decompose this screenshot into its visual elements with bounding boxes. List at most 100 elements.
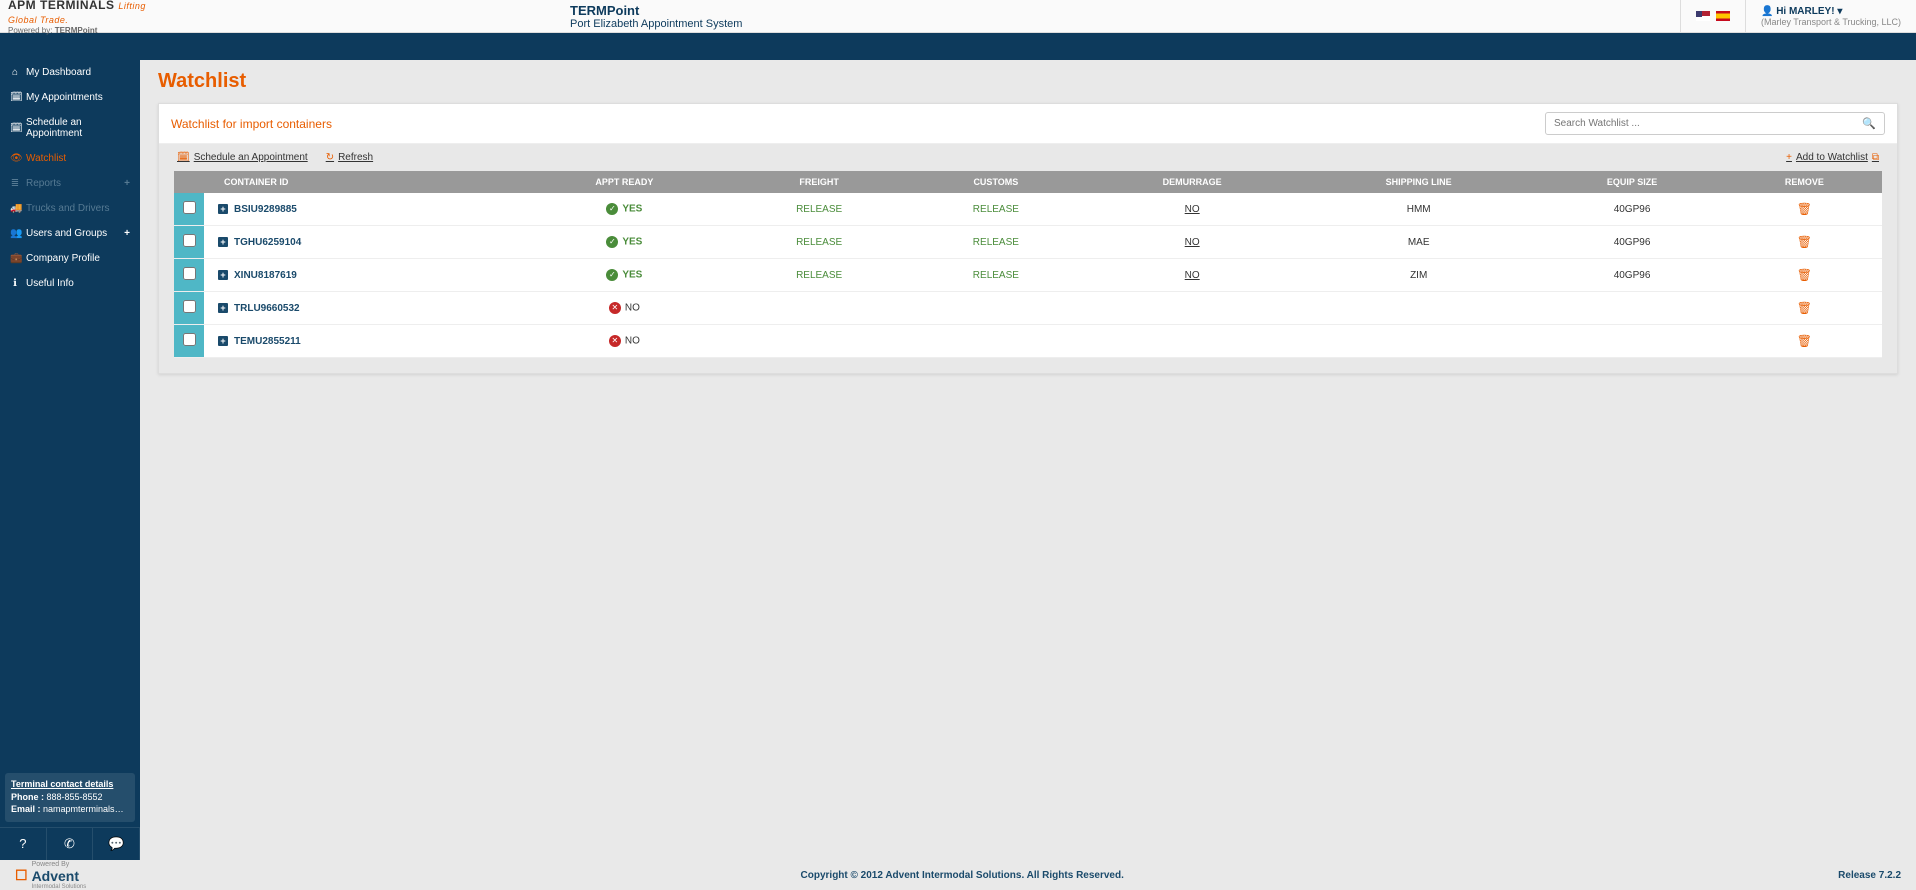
header-right: 👤 Hi MARLEY! ▾ (Marley Transport & Truck… xyxy=(1680,0,1916,32)
check-icon: ✓ xyxy=(606,236,618,248)
user-company: (Marley Transport & Trucking, LLC) xyxy=(1761,17,1901,27)
help-icon[interactable]: ? xyxy=(0,828,47,860)
table-header: CONTAINER IDAPPT READYFREIGHTCUSTOMSDEMU… xyxy=(174,171,1882,193)
column-header: APPT READY xyxy=(518,171,731,193)
ready-status: YES xyxy=(622,204,642,215)
row-checkbox[interactable] xyxy=(183,333,196,346)
nav-icon: 👁 xyxy=(10,153,20,164)
refresh-button[interactable]: ↻ Refresh xyxy=(326,152,373,163)
nav-icon: ⌂ xyxy=(10,67,20,78)
table-row: +BSIU9289885✓YESRELEASERELEASENOHMM40GP9… xyxy=(174,193,1882,226)
demurrage-link[interactable]: NO xyxy=(1185,204,1200,215)
app-subtitle: Port Elizabeth Appointment System xyxy=(570,18,1680,30)
appt-ready-cell: ✓ YES xyxy=(518,226,731,259)
expand-row-icon[interactable]: + xyxy=(218,237,228,247)
flag-us-icon[interactable] xyxy=(1696,11,1710,21)
trash-icon[interactable]: 🗑 xyxy=(1797,301,1812,315)
table-container: CONTAINER IDAPPT READYFREIGHTCUSTOMSDEMU… xyxy=(159,171,1897,373)
equip-size-cell: 40GP96 xyxy=(1537,259,1727,292)
schedule-appointment-button[interactable]: 🗓 Schedule an Appointment xyxy=(177,152,308,163)
expand-row-icon[interactable]: + xyxy=(218,204,228,214)
table-row: +TRLU9660532✕NO🗑 xyxy=(174,292,1882,325)
advent-name: Advent xyxy=(32,868,87,884)
shipping-line-cell: MAE xyxy=(1300,226,1537,259)
sidebar-item-reports[interactable]: ≣Reports+ xyxy=(0,171,140,196)
container-id: TEMU2855211 xyxy=(234,336,301,347)
appt-ready-cell: ✓YES xyxy=(518,193,731,226)
column-header: SHIPPING LINE xyxy=(1300,171,1537,193)
column-header: REMOVE xyxy=(1727,171,1882,193)
x-icon: ✕ xyxy=(609,302,621,314)
nav-bar xyxy=(0,33,1916,60)
nav-icon: 👥 xyxy=(10,228,20,239)
panel-header: Watchlist for import containers 🔍 xyxy=(159,104,1897,144)
trash-icon[interactable]: 🗑 xyxy=(1797,268,1812,282)
sidebar-item-watchlist[interactable]: 👁Watchlist xyxy=(0,146,140,171)
nav-icon: 🗓 xyxy=(10,92,20,103)
sidebar-item-schedule-an-appointment[interactable]: 🗓Schedule an Appointment xyxy=(0,110,140,146)
column-header: CUSTOMS xyxy=(908,171,1085,193)
nav-label: My Dashboard xyxy=(26,67,91,78)
main-content: Watchlist Watchlist for import container… xyxy=(140,60,1916,860)
container-id-cell: +TGHU6259104 xyxy=(204,226,518,259)
search-input[interactable] xyxy=(1548,115,1856,132)
ready-status: YES xyxy=(622,237,642,248)
sidebar-item-trucks-and-drivers[interactable]: 🚚Trucks and Drivers xyxy=(0,196,140,221)
expand-icon: + xyxy=(124,228,130,239)
container-id: BSIU9289885 xyxy=(234,204,297,215)
demurrage-cell: NO xyxy=(1084,193,1300,226)
nav-label: Company Profile xyxy=(26,253,100,264)
user-menu[interactable]: 👤 Hi MARLEY! ▾ (Marley Transport & Truck… xyxy=(1745,0,1916,32)
contact-phone: Phone : 888-855-8552 xyxy=(11,792,129,802)
row-checkbox-cell xyxy=(174,259,204,292)
nav-label: Users and Groups xyxy=(26,228,107,239)
container-id-cell: +XINU8187619 xyxy=(204,259,518,292)
trash-icon[interactable]: 🗑 xyxy=(1797,202,1812,216)
logo: APM TERMINALS Lifting Global Trade. xyxy=(8,0,162,26)
add-label: Add to Watchlist xyxy=(1796,152,1868,163)
header-center: TERMPoint Port Elizabeth Appointment Sys… xyxy=(170,3,1680,30)
sidebar-item-useful-info[interactable]: ℹUseful Info xyxy=(0,271,140,296)
sidebar-item-company-profile[interactable]: 💼Company Profile xyxy=(0,246,140,271)
sidebar-item-my-dashboard[interactable]: ⌂ My Dashboard xyxy=(0,60,140,85)
chat-icon[interactable]: 💬 xyxy=(93,828,140,860)
demurrage-link[interactable]: NO xyxy=(1185,270,1200,281)
advent-logo: Powered By Advent Intermodal Solutions xyxy=(15,861,86,890)
expand-row-icon[interactable]: + xyxy=(218,336,228,346)
row-checkbox[interactable] xyxy=(183,300,196,313)
watchlist-panel: Watchlist for import containers 🔍 🗓 Sche… xyxy=(158,103,1898,374)
sidebar-item-my-appointments[interactable]: 🗓My Appointments xyxy=(0,85,140,110)
trash-icon[interactable]: 🗑 xyxy=(1797,334,1812,348)
flag-es-icon[interactable] xyxy=(1716,11,1730,21)
add-watchlist-button[interactable]: + Add to Watchlist ⧉ xyxy=(1786,152,1879,163)
release-version: Release 7.2.2 xyxy=(1838,870,1901,881)
table-row: +TEMU2855211✕NO🗑 xyxy=(174,325,1882,358)
row-checkbox[interactable] xyxy=(183,267,196,280)
expand-icon: + xyxy=(124,178,130,189)
nav-icon: ℹ xyxy=(10,278,20,289)
chevron-down-icon: ▾ xyxy=(1837,6,1842,17)
phone-icon[interactable]: ✆ xyxy=(47,828,94,860)
row-checkbox-cell xyxy=(174,325,204,358)
demurrage-link[interactable]: NO xyxy=(1185,237,1200,248)
remove-cell: 🗑 xyxy=(1727,259,1882,292)
nav-icon: 🚚 xyxy=(10,203,20,214)
customs-cell xyxy=(908,292,1085,325)
customs-cell: RELEASE xyxy=(908,226,1085,259)
search-icon[interactable]: 🔍 xyxy=(1856,117,1882,130)
expand-row-icon[interactable]: + xyxy=(218,270,228,280)
remove-cell: 🗑 xyxy=(1727,325,1882,358)
equip-size-cell xyxy=(1537,292,1727,325)
customs-cell: RELEASE xyxy=(908,259,1085,292)
row-checkbox[interactable] xyxy=(183,234,196,247)
sidebar-nav: ⌂ My Dashboard 🗓My Appointments🗓Schedule a… xyxy=(0,60,140,768)
row-checkbox[interactable] xyxy=(183,201,196,214)
trash-icon[interactable]: 🗑 xyxy=(1797,235,1812,249)
shipping-line-cell: HMM xyxy=(1300,193,1537,226)
expand-row-icon[interactable]: + xyxy=(218,303,228,313)
sidebar-item-users-and-groups[interactable]: 👥 Users and Groups + xyxy=(0,221,140,246)
column-header: FREIGHT xyxy=(731,171,908,193)
container-id-cell: +TRLU9660532 xyxy=(204,292,518,325)
user-greeting: 👤 Hi MARLEY! ▾ xyxy=(1761,6,1901,17)
sidebar-footer: ? ✆ 💬 xyxy=(0,827,140,860)
